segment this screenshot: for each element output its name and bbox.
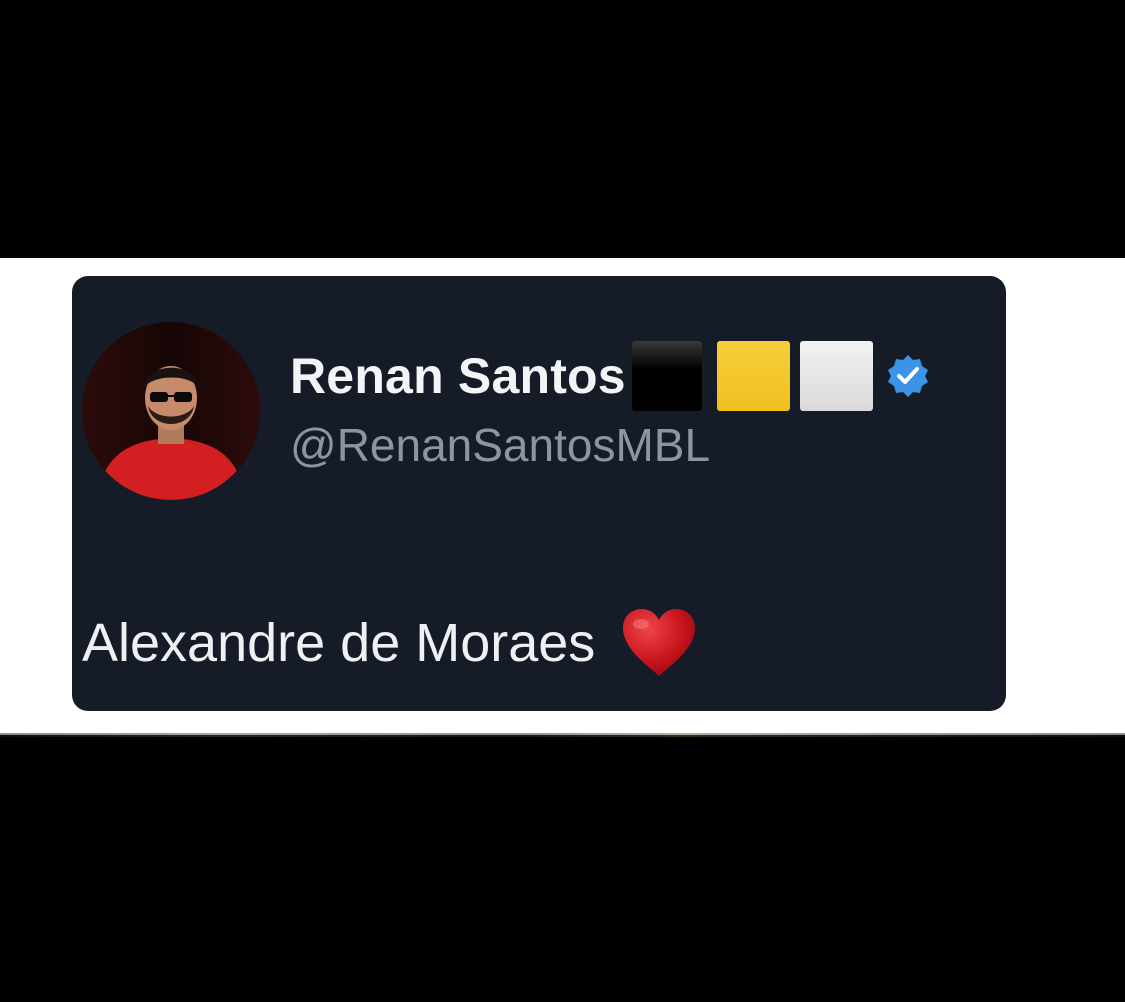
verified-badge-icon <box>885 353 931 399</box>
avatar[interactable] <box>82 322 260 500</box>
screenshot-frame: Renan Santos @RenanSantosMBL Alexandre d… <box>0 0 1125 1002</box>
black-square-emoji <box>631 341 702 411</box>
author-handle[interactable]: @RenanSantosMBL <box>290 418 710 472</box>
author-name-row[interactable]: Renan Santos <box>290 341 931 411</box>
author-display-name[interactable]: Renan Santos <box>290 347 626 405</box>
yellow-square-emoji <box>716 341 790 411</box>
tweet-body: Alexandre de Moraes <box>82 608 697 678</box>
white-square-emoji <box>799 341 873 411</box>
avatar-portrait <box>82 322 260 500</box>
bottom-edge-strip <box>0 733 1125 737</box>
red-heart-icon <box>621 608 697 678</box>
tweet-text: Alexandre de Moraes <box>82 613 596 673</box>
